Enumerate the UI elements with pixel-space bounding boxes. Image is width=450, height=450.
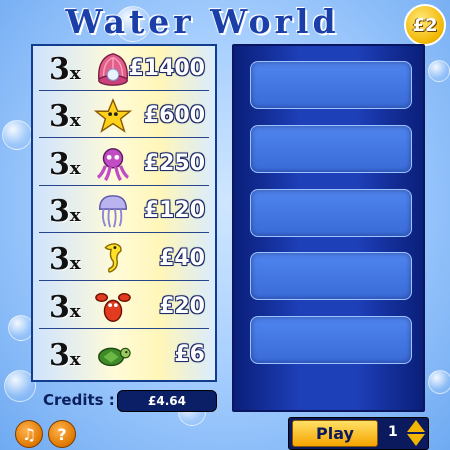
match-count: 3x	[49, 338, 81, 373]
play-panel: Play 1	[288, 417, 429, 450]
paytable-row: 3x £6	[39, 334, 209, 376]
ticket-price-badge: £2	[404, 4, 446, 46]
paytable-row: 3x £250	[39, 143, 209, 186]
game-title: Water World	[65, 2, 340, 41]
music-note-icon: ♫	[21, 424, 37, 444]
lobster-icon	[95, 292, 131, 322]
stake-value: 1	[388, 424, 398, 440]
paytable-row: 3x £1400	[39, 48, 209, 91]
scratch-slot[interactable]	[250, 189, 412, 237]
stake-down-arrow-icon[interactable]	[407, 434, 425, 446]
scratch-slot[interactable]	[250, 252, 412, 300]
prize-amount: £250	[143, 151, 205, 176]
bubble-decoration	[428, 60, 450, 82]
help-button[interactable]: ?	[48, 420, 76, 448]
prize-amount: £1400	[128, 56, 205, 81]
scratch-slot[interactable]	[250, 61, 412, 109]
credits-label: Credits :	[43, 391, 115, 409]
match-count: 3x	[49, 290, 81, 325]
paytable-row: 3x £20	[39, 286, 209, 329]
paytable-row: 3x £120	[39, 190, 209, 233]
paytable-row: 3x £40	[39, 238, 209, 281]
bubble-decoration	[428, 370, 450, 394]
stake-up-arrow-icon[interactable]	[407, 420, 425, 432]
match-count: 3x	[49, 147, 81, 182]
scratch-slot[interactable]	[250, 316, 412, 364]
bubble-decoration	[2, 120, 32, 150]
paytable: 3x £1400 3x £600 3x £250 3x £120 3x £40 …	[31, 44, 217, 382]
starfish-icon	[94, 97, 132, 133]
prize-amount: £20	[159, 294, 205, 319]
prize-amount: £40	[159, 246, 205, 271]
credits-value: £4.64	[117, 390, 217, 412]
octopus-icon	[96, 148, 130, 182]
scratch-board	[232, 44, 425, 412]
seahorse-icon	[104, 243, 122, 273]
paytable-row: 3x £600	[39, 95, 209, 138]
match-count: 3x	[49, 194, 81, 229]
prize-amount: £600	[143, 103, 205, 128]
clam-shell-pearl-icon	[98, 53, 128, 86]
play-button[interactable]: Play	[292, 420, 378, 447]
prize-amount: £6	[174, 342, 205, 367]
jellyfish-icon	[98, 195, 128, 228]
turtle-icon	[98, 347, 131, 367]
scratch-slot[interactable]	[250, 125, 412, 173]
match-count: 3x	[49, 242, 81, 277]
match-count: 3x	[49, 99, 81, 134]
question-mark-icon: ?	[57, 424, 67, 444]
sound-toggle-button[interactable]: ♫	[15, 420, 43, 448]
prize-amount: £120	[143, 198, 205, 223]
match-count: 3x	[49, 52, 81, 87]
